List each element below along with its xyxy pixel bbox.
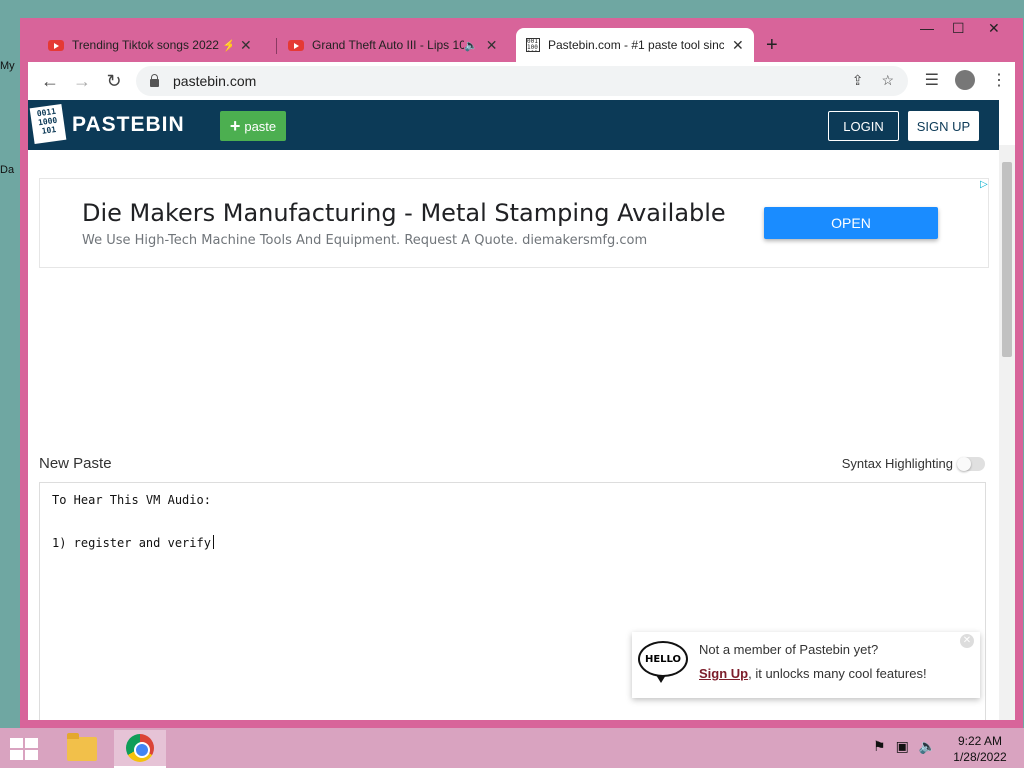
new-tab-button[interactable]: + — [766, 34, 778, 57]
close-tab-icon[interactable]: ✕ — [486, 37, 498, 54]
editor-line: 1) register and verify — [52, 535, 973, 556]
scrollbar-thumb[interactable] — [1002, 162, 1012, 357]
windows-taskbar: ⚑ ▣ 🔈 9:22 AM 1/28/2022 — [0, 728, 1024, 768]
tab-pastebin[interactable]: 001 100 101 Pastebin.com - #1 paste tool… — [516, 28, 754, 62]
popup-cta-text: , it unlocks many cool features! — [748, 666, 927, 681]
page-viewport: 0011 1000 101 PASTEBIN + paste LOGIN SIG… — [28, 100, 1015, 720]
pastebin-logo-text[interactable]: PASTEBIN — [72, 113, 185, 137]
syntax-highlighting-label: Syntax Highlighting — [841, 456, 953, 471]
ad-info-icon[interactable]: ▷ — [980, 179, 990, 191]
new-paste-title: New Paste — [39, 455, 112, 472]
plus-icon: + — [229, 115, 241, 136]
toolbar-right: ☰ ⋮ — [925, 70, 1015, 90]
tab-title: Grand Theft Auto III - Lips 10 — [312, 38, 464, 52]
close-tab-icon[interactable]: ✕ — [240, 37, 252, 54]
tab-title: Trending Tiktok songs 2022 ⚡ Vi — [72, 38, 232, 52]
bookmark-star-icon[interactable]: ☆ — [881, 72, 894, 89]
signup-popup: HELLO Not a member of Pastebin yet? Sign… — [632, 632, 980, 698]
desktop-label-fragment: My — [0, 60, 15, 72]
tab-separator — [276, 38, 277, 54]
syntax-highlighting-toggle[interactable] — [957, 457, 985, 471]
taskbar-clock[interactable]: 9:22 AM 1/28/2022 — [944, 733, 1016, 765]
pastebin-header: 0011 1000 101 PASTEBIN + paste LOGIN SIG… — [28, 100, 999, 150]
paste-button-label: paste — [244, 118, 277, 134]
media-control-icon[interactable]: ☰ — [925, 70, 939, 90]
minimize-button[interactable]: — — [920, 20, 934, 36]
tab-tiktok[interactable]: Trending Tiktok songs 2022 ⚡ Vi ✕ — [38, 28, 270, 62]
windows-start-icon[interactable] — [10, 738, 38, 760]
popup-close-icon[interactable]: ✕ — [960, 634, 974, 648]
popup-message: Not a member of Pastebin yet? — [699, 642, 879, 657]
signup-button[interactable]: SIGN UP — [908, 111, 979, 141]
clock-time: 9:22 AM — [957, 734, 1003, 748]
folder-icon — [67, 733, 97, 761]
reload-button[interactable]: ↻ — [98, 71, 130, 92]
text-caret — [212, 535, 214, 549]
clock-date: 1/28/2022 — [953, 750, 1007, 764]
url-text[interactable]: pastebin.com — [173, 73, 256, 89]
pastebin-favicon: 001 100 101 — [526, 38, 540, 52]
popup-signup-link[interactable]: Sign Up — [699, 666, 748, 681]
page-scrollbar[interactable] — [999, 145, 1015, 720]
share-icon[interactable]: ⇪ — [852, 72, 864, 89]
address-bar[interactable]: pastebin.com ⇪ ☆ — [136, 66, 908, 96]
hello-speech-bubble-icon: HELLO — [638, 641, 688, 677]
tab-title: Pastebin.com - #1 paste tool sinc — [548, 38, 724, 52]
flag-icon[interactable]: ⚑ — [873, 738, 886, 755]
ad-open-button[interactable]: OPEN — [764, 207, 938, 239]
tab-bar: Trending Tiktok songs 2022 ⚡ Vi ✕ Grand … — [20, 18, 1023, 62]
desktop-label-fragment: Da — [0, 164, 15, 176]
omnibox-actions: ⇪ ☆ — [852, 72, 894, 89]
ad-description[interactable]: We Use High-Tech Machine Tools And Equip… — [82, 233, 647, 248]
browser-window: Trending Tiktok songs 2022 ⚡ Vi ✕ Grand … — [20, 18, 1023, 728]
profile-avatar[interactable] — [955, 70, 975, 90]
chrome-icon — [126, 734, 154, 762]
popup-cta: Sign Up, it unlocks many cool features! — [699, 666, 927, 681]
volume-icon[interactable]: 🔈 — [919, 738, 936, 755]
network-icon[interactable]: ▣ — [896, 738, 909, 755]
ad-headline[interactable]: Die Makers Manufacturing - Metal Stampin… — [82, 199, 726, 227]
system-tray: ⚑ ▣ 🔈 — [873, 738, 936, 755]
editor-line-text: 1) register and verify — [52, 536, 211, 550]
youtube-icon — [288, 39, 304, 51]
pastebin-logo-icon[interactable]: 0011 1000 101 — [29, 103, 67, 145]
forward-button[interactable]: → — [66, 71, 98, 92]
speaker-icon[interactable]: 🔈 — [464, 39, 478, 52]
youtube-icon — [48, 39, 64, 51]
editor-line: To Hear This VM Audio: — [52, 493, 211, 507]
taskbar-chrome[interactable] — [114, 730, 166, 768]
login-button[interactable]: LOGIN — [828, 111, 899, 141]
lock-icon[interactable] — [150, 74, 159, 87]
speech-bubble-tail — [656, 675, 666, 683]
menu-dots-icon[interactable]: ⋮ — [991, 70, 1007, 90]
maximize-button[interactable]: ☐ — [952, 20, 965, 37]
back-button[interactable]: ← — [34, 71, 66, 92]
tab-gta[interactable]: Grand Theft Auto III - Lips 10 🔈 ✕ — [278, 28, 514, 62]
advertisement[interactable]: Die Makers Manufacturing - Metal Stampin… — [39, 178, 989, 268]
taskbar-file-explorer[interactable] — [56, 730, 108, 768]
close-window-button[interactable]: ✕ — [988, 20, 1000, 37]
close-tab-icon[interactable]: ✕ — [732, 37, 744, 54]
new-paste-button[interactable]: + paste — [220, 111, 286, 141]
browser-toolbar: ← → ↻ pastebin.com ⇪ ☆ ☰ ⋮ — [28, 62, 1015, 100]
